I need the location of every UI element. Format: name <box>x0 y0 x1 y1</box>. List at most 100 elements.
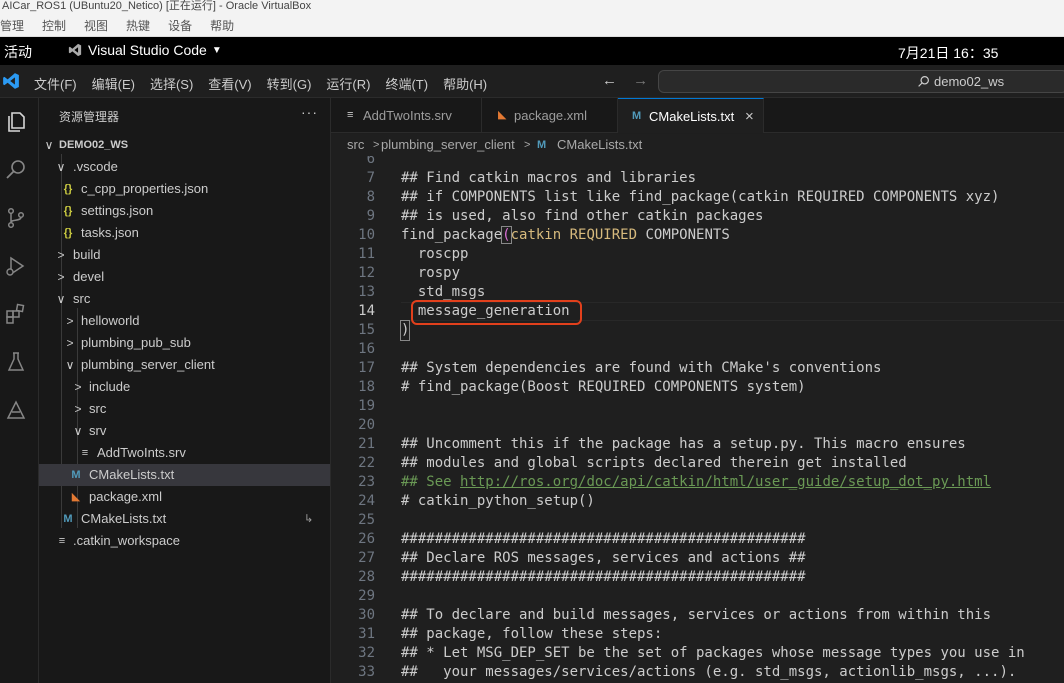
source-control-icon[interactable] <box>4 206 28 230</box>
code-editor[interactable]: 6 7 ## Find catkin macros and libraries 8… <box>331 156 1064 683</box>
code-line: 11 roscpp <box>331 245 1064 264</box>
line-text: ## System dependencies are found with CM… <box>401 360 882 376</box>
vscode-icon <box>68 43 82 57</box>
tree-folder-vscode[interactable]: ∨ .vscode <box>39 156 330 178</box>
code-line: 24 # catkin_python_setup() <box>331 492 1064 511</box>
code-link[interactable]: http://ros.org/doc/api/catkin/html/user_… <box>460 474 991 490</box>
menu-goto[interactable]: 转到(G) <box>267 74 312 93</box>
chevron-right-icon: > <box>57 248 65 262</box>
line-number: 15 <box>358 322 375 338</box>
line-text: ## Declare ROS messages, services and ac… <box>401 550 806 566</box>
line-text: ## modules and global scripts declared t… <box>401 455 907 471</box>
more-actions-icon[interactable]: ··· <box>301 104 318 120</box>
tab-cmakelists-active[interactable]: M CMakeLists.txt × <box>618 98 764 133</box>
search-text: demo02_ws <box>934 74 1005 89</box>
app-menu[interactable]: Visual Studio Code ▼ <box>68 42 222 58</box>
tree-file-addtwoints-srv[interactable]: ≡ AddTwoInts.srv <box>39 442 330 464</box>
tree-file-settings[interactable]: {} settings.json <box>39 200 330 222</box>
line-number: 17 <box>358 360 375 376</box>
line-text: find_package(catkin REQUIRED COMPONENTS <box>401 226 730 245</box>
line-text: ## * Let MSG_DEP_SET be the set of packa… <box>401 645 1025 661</box>
code-token: catkin REQUIRED <box>510 227 638 243</box>
code-line: 25 <box>331 511 1064 530</box>
run-debug-icon[interactable] <box>4 254 28 278</box>
tree-folder-plumbing-pub-sub[interactable]: > plumbing_pub_sub <box>39 332 330 354</box>
vscode-logo-icon <box>3 73 19 89</box>
close-icon[interactable]: × <box>745 99 754 134</box>
search-icon[interactable] <box>4 158 28 182</box>
chevron-right-icon: > <box>74 380 82 394</box>
chevron-down-icon: ∨ <box>56 292 66 306</box>
explorer-title: 资源管理器 <box>59 110 120 124</box>
folder-label: devel <box>73 269 105 284</box>
tree-root-folder[interactable]: ∨ DEMO02_WS <box>39 134 330 156</box>
breadcrumb-src[interactable]: src <box>347 134 364 156</box>
tab-label: CMakeLists.txt <box>649 109 735 124</box>
tree-folder-src[interactable]: ∨ src <box>39 288 330 310</box>
tree-file-tasks[interactable]: {} tasks.json <box>39 222 330 244</box>
code-line: 26 ######################################… <box>331 530 1064 549</box>
breadcrumb-file[interactable]: CMakeLists.txt <box>557 134 642 156</box>
folder-label: .vscode <box>73 159 118 174</box>
tab-package-xml[interactable]: ◣ package.xml <box>482 98 618 133</box>
tree-file-cmakelists-src[interactable]: M CMakeLists.txt ↳ <box>39 508 330 530</box>
command-center-search[interactable]: demo02_ws <box>658 70 1064 93</box>
code-token: ## See <box>401 474 461 490</box>
tree-folder-helloworld[interactable]: > helloworld <box>39 310 330 332</box>
tree-folder-devel[interactable]: > devel <box>39 266 330 288</box>
vbox-menu-devices[interactable]: 设备 <box>168 17 192 36</box>
extensions-icon[interactable] <box>4 302 28 326</box>
tree-file-catkin-workspace[interactable]: ≡ .catkin_workspace <box>39 530 330 552</box>
tree-folder-src-inner[interactable]: > src <box>39 398 330 420</box>
menu-terminal[interactable]: 终端(T) <box>385 74 428 93</box>
breadcrumb-package[interactable]: plumbing_server_client <box>381 134 515 156</box>
line-number: 20 <box>358 417 375 433</box>
menu-edit[interactable]: 编辑(E) <box>92 74 135 93</box>
menu-file[interactable]: 文件(F) <box>34 74 77 93</box>
folder-label: helloworld <box>81 313 140 328</box>
vbox-menu-help[interactable]: 帮助 <box>210 17 234 36</box>
menu-view[interactable]: 查看(V) <box>208 74 251 93</box>
tree-file-c-cpp-properties[interactable]: {} c_cpp_properties.json <box>39 178 330 200</box>
back-arrow-icon[interactable]: ← <box>602 72 617 89</box>
testing-flask-icon[interactable] <box>4 350 28 374</box>
line-text: ) <box>399 320 411 341</box>
file-label: c_cpp_properties.json <box>81 181 209 196</box>
vbox-menu-hotkeys[interactable]: 热键 <box>126 17 150 36</box>
code-line: 33 ## your messages/services/actions (e.g… <box>331 663 1064 682</box>
vbox-menu-view[interactable]: 视图 <box>84 17 108 36</box>
tree-folder-plumbing-server-client[interactable]: ∨ plumbing_server_client <box>39 354 330 376</box>
line-text: ########################################… <box>401 569 806 585</box>
file-label: settings.json <box>81 203 154 218</box>
forward-arrow-icon[interactable]: → <box>633 72 648 89</box>
line-number: 33 <box>358 664 375 680</box>
clock[interactable]: 7月21日 16：35 <box>898 43 998 63</box>
line-number: 30 <box>358 607 375 623</box>
chevron-down-icon: ∨ <box>44 138 54 152</box>
vbox-menu-control[interactable]: 控制 <box>42 17 66 36</box>
menu-run[interactable]: 运行(R) <box>326 74 370 93</box>
chevron-right-icon: > <box>57 270 65 284</box>
tab-addtwoints-srv[interactable]: ≡ AddTwoInts.srv <box>331 98 482 133</box>
menu-selection[interactable]: 选择(S) <box>150 74 193 93</box>
tree-file-cmakelists-selected[interactable]: M CMakeLists.txt <box>39 464 330 486</box>
code-line: 20 <box>331 416 1064 435</box>
vbox-menu-manage[interactable]: 管理 <box>0 17 24 36</box>
caret-down-icon: ▼ <box>211 44 222 56</box>
explorer-icon[interactable] <box>4 110 28 134</box>
tree-folder-srv[interactable]: ∨ srv <box>39 420 330 442</box>
ros-extension-icon[interactable] <box>4 398 28 422</box>
tree-folder-include[interactable]: > include <box>39 376 330 398</box>
menu-help[interactable]: 帮助(H) <box>443 74 487 93</box>
tree-file-package-xml[interactable]: ◣ package.xml <box>39 486 330 508</box>
tree-folder-build[interactable]: > build <box>39 244 330 266</box>
activities-button[interactable]: 活动 <box>4 42 32 62</box>
line-number: 13 <box>358 284 375 300</box>
text-file-icon: ≡ <box>347 109 354 121</box>
text-file-icon: ≡ <box>81 447 89 459</box>
code-line: 30 ## To declare and build messages, serv… <box>331 606 1064 625</box>
line-number: 22 <box>358 455 375 471</box>
code-line: 16 <box>331 340 1064 359</box>
breadcrumb: src > plumbing_server_client > M CMakeLi… <box>331 134 1064 156</box>
cmake-icon: M <box>63 513 73 525</box>
